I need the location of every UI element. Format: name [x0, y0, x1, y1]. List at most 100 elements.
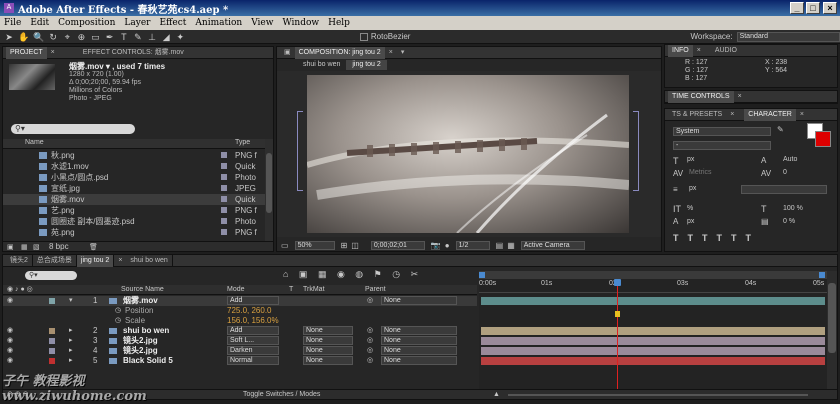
work-area-start-handle[interactable] — [479, 272, 485, 278]
delete-icon[interactable]: 🗑 — [89, 243, 98, 251]
project-item[interactable]: 小黑点/圆点.psd Photo — [3, 172, 265, 183]
col-source-name[interactable]: Source Name — [121, 285, 164, 295]
comp-lock-icon[interactable]: ▣ — [280, 47, 295, 59]
pickwhip-icon[interactable]: ◎ — [367, 296, 373, 306]
pen-tool-icon[interactable]: ✒ — [105, 32, 115, 42]
comp-viewer[interactable] — [277, 71, 661, 237]
layer-trkmat-select[interactable]: None — [303, 326, 353, 335]
menu-item-view[interactable]: View — [251, 18, 273, 28]
eraser-tool-icon[interactable]: ◢ — [161, 32, 171, 42]
current-time-indicator[interactable] — [614, 279, 622, 389]
stopwatch-icon[interactable]: ◷ — [115, 316, 121, 326]
mask-tool-icon[interactable]: ▭ — [91, 32, 101, 42]
toggle-switches-modes-button[interactable]: Toggle Switches / Modes — [243, 390, 320, 400]
layer-duration-bar[interactable] — [481, 297, 825, 305]
stroke-color-swatch[interactable] — [815, 131, 831, 147]
label-color-swatch[interactable] — [221, 174, 227, 180]
layer-mode-select[interactable]: Normal — [227, 356, 279, 365]
menu-item-file[interactable]: File — [4, 18, 21, 28]
time-ruler[interactable]: 0:00s01s02s03s04s05s — [479, 279, 827, 293]
col-parent[interactable]: Parent — [365, 285, 386, 295]
font-style-select[interactable]: - — [673, 141, 771, 150]
clone-stamp-tool-icon[interactable]: ⊥ — [147, 32, 157, 42]
font-family-select[interactable]: System — [673, 127, 771, 136]
camera-select[interactable]: Active Camera — [520, 240, 585, 250]
layer-parent-select[interactable]: None — [381, 296, 457, 305]
tab-timeline-1[interactable]: 总合成场景 — [33, 254, 77, 267]
tsume-value[interactable]: 0 % — [783, 218, 795, 225]
channel-icon[interactable]: ● — [445, 241, 450, 250]
timeline-scrollbar[interactable] — [827, 271, 837, 389]
eye-icon[interactable]: ◉ — [7, 326, 13, 336]
timeline-search-input[interactable]: ⚲▾ — [25, 271, 77, 280]
eye-icon[interactable]: ◉ — [7, 336, 13, 346]
layer-label-color[interactable] — [49, 328, 55, 334]
layer-parent-select[interactable]: None — [381, 326, 457, 335]
tracking-value[interactable]: 0 — [783, 169, 787, 176]
layer-duration-bar[interactable] — [481, 327, 825, 335]
project-item[interactable]: 烟雾.mov Quick — [3, 194, 265, 205]
col-name-header[interactable]: Name — [25, 139, 44, 146]
label-color-swatch[interactable] — [221, 152, 227, 158]
layer-label-color[interactable] — [49, 358, 55, 364]
tab-effects-presets[interactable]: TS & PRESETS — [668, 109, 726, 121]
bpc-button[interactable]: 8 bpc — [49, 242, 69, 251]
project-scrollbar[interactable] — [265, 139, 273, 241]
menu-item-animation[interactable]: Animation — [195, 18, 242, 28]
layer-trkmat-select[interactable]: None — [303, 346, 353, 355]
camera-tool-icon[interactable]: ⌖ — [62, 32, 72, 42]
eye-icon[interactable]: ◉ — [7, 296, 13, 306]
new-comp-icon[interactable]: ▧ — [33, 243, 40, 251]
twirl-icon[interactable]: ▾ — [69, 296, 73, 306]
close-icon[interactable]: × — [385, 47, 397, 59]
stroke-width-unit[interactable]: px — [689, 185, 696, 192]
menu-item-help[interactable]: Help — [328, 18, 350, 28]
layer-duration-bar[interactable] — [481, 337, 825, 345]
twirl-icon[interactable]: ▸ — [69, 346, 73, 356]
region-icon[interactable]: ▤ — [496, 241, 504, 250]
keyframe-position[interactable] — [615, 311, 621, 317]
col-type-header[interactable]: Type — [235, 139, 250, 146]
menu-item-window[interactable]: Window — [282, 18, 319, 28]
twirl-icon[interactable]: ▸ — [69, 336, 73, 346]
rotate-tool-icon[interactable]: ↻ — [48, 32, 58, 42]
pickwhip-icon[interactable]: ◎ — [367, 346, 373, 356]
rotobezier-checkbox[interactable] — [360, 32, 368, 41]
stroke-order-select[interactable] — [741, 185, 827, 194]
close-icon[interactable]: × — [726, 109, 738, 121]
label-color-swatch[interactable] — [221, 207, 227, 213]
pickwhip-icon[interactable]: ◎ — [367, 356, 373, 366]
type-tool-icon[interactable]: T — [119, 32, 129, 42]
tab-timeline-2[interactable]: jing tou 2 — [76, 254, 115, 267]
tab-timeline-0[interactable]: 镜头2 — [6, 254, 33, 267]
always-preview-icon[interactable]: ▭ — [281, 241, 289, 250]
layer-row[interactable]: ◉ ▸ 5 Black Solid 5 Normal None ◎ None — [3, 356, 477, 366]
zoom-tool-icon[interactable]: 🔍 — [33, 32, 44, 42]
timecode-display[interactable]: 0;00;02;01 — [370, 240, 425, 250]
snapshot-icon[interactable]: 📷 — [431, 241, 441, 250]
font-size-unit[interactable]: px — [687, 156, 694, 163]
twirl-icon[interactable]: ▸ — [69, 356, 73, 366]
tab-timeline-3[interactable]: shui bo wen — [126, 254, 173, 267]
tab-effect-controls[interactable]: EFFECT CONTROLS: 烟雾.mov — [79, 47, 188, 59]
tab-audio[interactable]: AUDIO — [711, 45, 741, 57]
brush-tool-icon[interactable]: ✎ — [133, 32, 143, 42]
mask-icon[interactable]: ◫ — [351, 241, 359, 250]
layer-row[interactable]: ◉ ▸ 3 镜头2.jpg Soft L... None ◎ None — [3, 336, 477, 346]
layer-parent-select[interactable]: None — [381, 346, 457, 355]
layer-mode-select[interactable]: Darken — [227, 346, 279, 355]
eye-icon[interactable]: ◉ — [7, 346, 13, 356]
pickwhip-icon[interactable]: ◎ — [367, 336, 373, 346]
label-color-swatch[interactable] — [221, 196, 227, 202]
layer-label-color[interactable] — [49, 298, 55, 304]
tab-character[interactable]: CHARACTER — [744, 108, 796, 121]
layer-label-color[interactable] — [49, 348, 55, 354]
tab-info[interactable]: INFO — [668, 44, 693, 57]
selection-tool-icon[interactable]: ➤ — [4, 32, 14, 42]
layer-trkmat-select[interactable]: None — [303, 336, 353, 345]
property-value[interactable]: 725.0, 260.0 — [227, 306, 271, 316]
tab-project[interactable]: PROJECT — [6, 46, 47, 59]
layer-duration-bar[interactable] — [481, 347, 825, 355]
layer-row[interactable]: ◉ ▸ 4 镜头2.jpg Darken None ◎ None — [3, 346, 477, 356]
work-area-end-handle[interactable] — [819, 272, 825, 278]
